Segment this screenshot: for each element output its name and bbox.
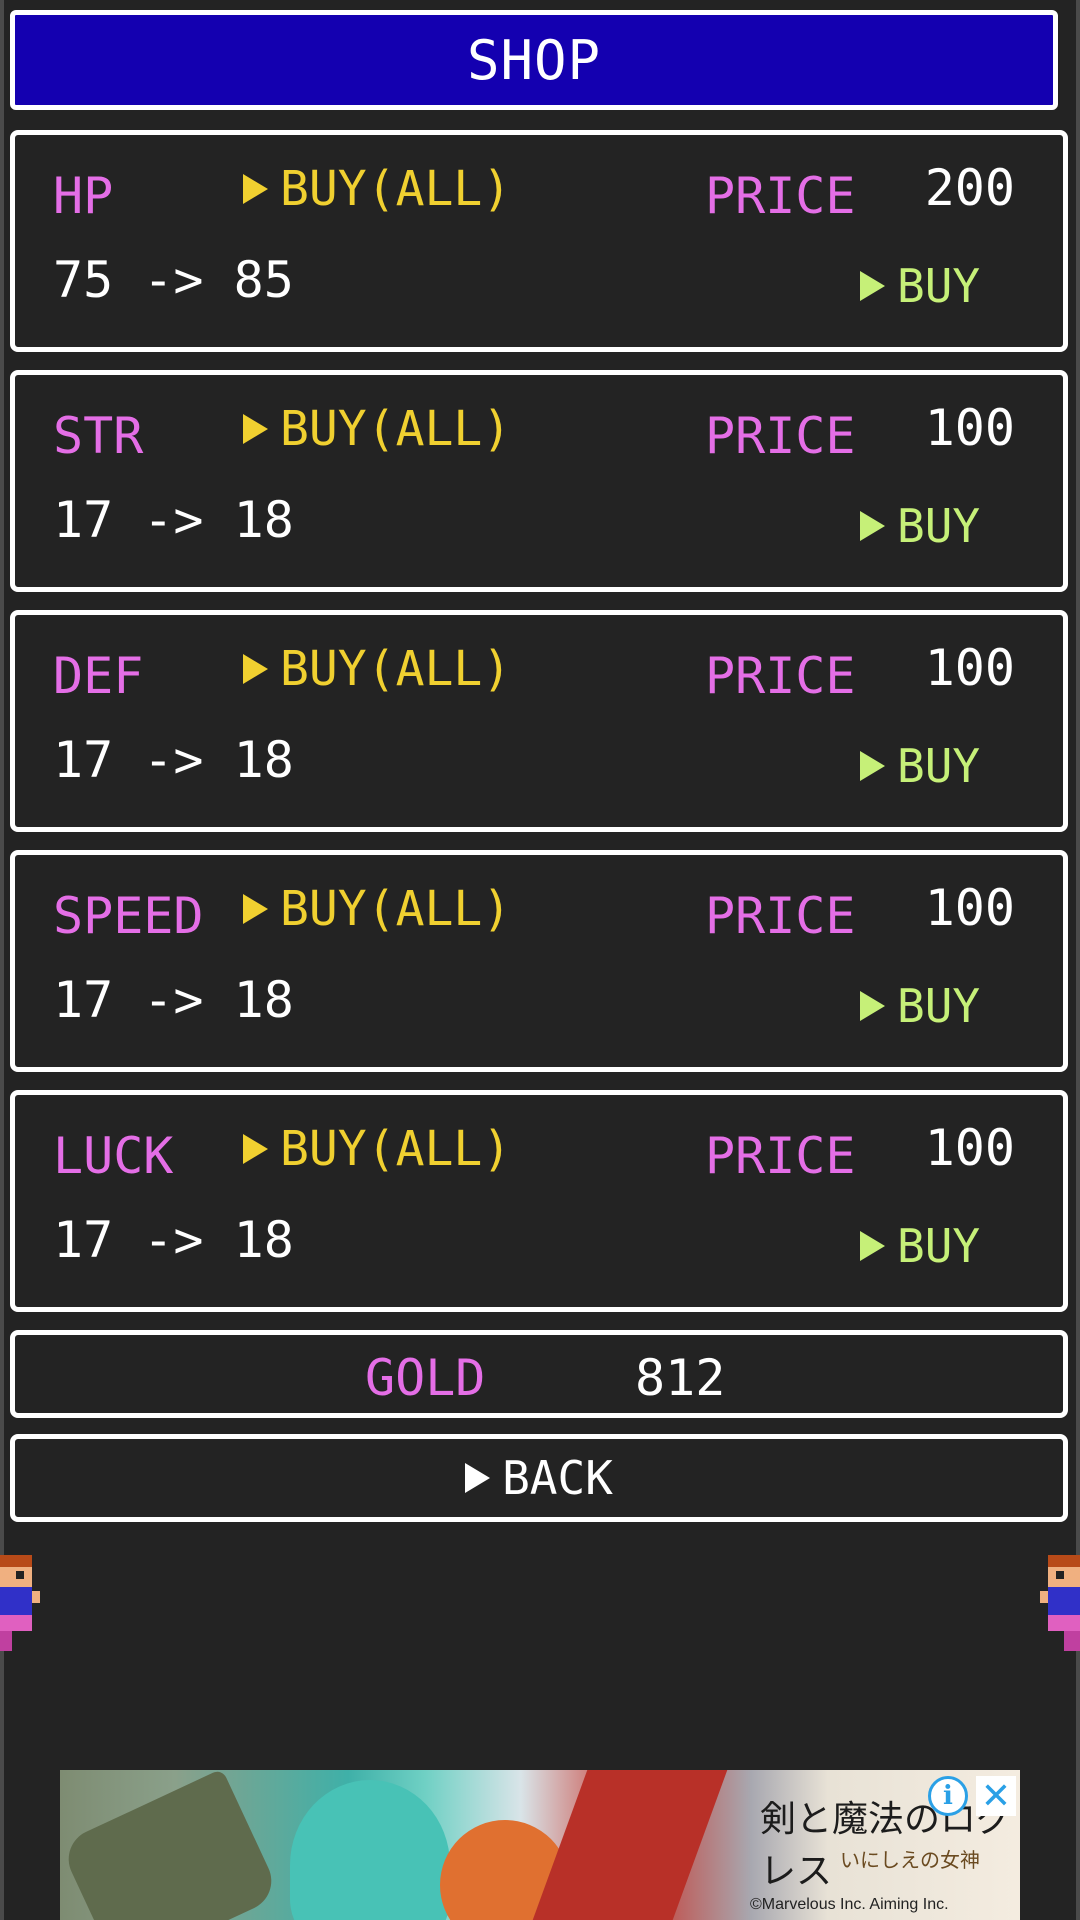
buy-all-label: BUY(ALL)	[280, 401, 512, 457]
play-triangle-icon	[243, 1134, 268, 1164]
gold-value: 812	[635, 1349, 726, 1407]
buy-button[interactable]: BUY	[860, 499, 980, 553]
play-triangle-icon	[860, 271, 885, 301]
stat-change: 17 -> 18	[53, 971, 294, 1029]
buy-all-button[interactable]: BUY(ALL)	[243, 401, 511, 457]
stat-change: 17 -> 18	[53, 731, 294, 789]
play-triangle-icon	[860, 991, 885, 1021]
ad-dragon-image	[60, 1770, 282, 1920]
shop-row-speed: SPEED BUY(ALL) PRICE 100 17 -> 18 BUY	[10, 850, 1068, 1072]
shop-row-str: STR BUY(ALL) PRICE 100 17 -> 18 BUY	[10, 370, 1068, 592]
ad-sublogo: いにしえの女神	[840, 1848, 980, 1872]
ad-character-image	[290, 1780, 450, 1920]
character-sprite-right	[1040, 1555, 1080, 1651]
stat-name: STR	[53, 407, 144, 465]
price-label: PRICE	[705, 407, 856, 465]
price-value: 100	[924, 879, 1015, 937]
buy-label: BUY	[897, 739, 981, 793]
buy-all-button[interactable]: BUY(ALL)	[243, 161, 511, 217]
shop-row-def: DEF BUY(ALL) PRICE 100 17 -> 18 BUY	[10, 610, 1068, 832]
stat-change: 17 -> 18	[53, 491, 294, 549]
ad-info-icon[interactable]: i	[928, 1776, 968, 1816]
ad-copyright: ©Marvelous Inc. Aiming Inc.	[750, 1896, 949, 1913]
buy-button[interactable]: BUY	[860, 739, 980, 793]
gold-display: GOLD 812	[10, 1330, 1068, 1418]
play-triangle-icon	[243, 414, 268, 444]
price-label: PRICE	[705, 1127, 856, 1185]
ad-close-icon[interactable]: ✕	[976, 1775, 1016, 1816]
play-triangle-icon	[243, 174, 268, 204]
ad-banner[interactable]: 剣と魔法のログレス いにしえの女神 ©Marvelous Inc. Aiming…	[60, 1770, 1020, 1920]
play-triangle-icon	[243, 894, 268, 924]
price-value: 200	[924, 159, 1015, 217]
buy-all-label: BUY(ALL)	[280, 161, 512, 217]
price-label: PRICE	[705, 887, 856, 945]
shop-title-bar: SHOP	[10, 10, 1058, 110]
stat-name: LUCK	[53, 1127, 174, 1185]
gold-label: GOLD	[365, 1349, 486, 1407]
buy-button[interactable]: BUY	[860, 259, 980, 313]
price-label: PRICE	[705, 647, 856, 705]
stat-name: SPEED	[53, 887, 204, 945]
stat-change: 17 -> 18	[53, 1211, 294, 1269]
buy-all-button[interactable]: BUY(ALL)	[243, 641, 511, 697]
character-sprite-left	[0, 1555, 40, 1651]
page-title: SHOP	[466, 28, 602, 92]
buy-label: BUY	[897, 499, 981, 553]
play-triangle-icon	[465, 1463, 491, 1493]
stat-name: DEF	[53, 647, 144, 705]
back-button[interactable]: BACK	[10, 1434, 1068, 1522]
price-value: 100	[924, 399, 1015, 457]
play-triangle-icon	[860, 751, 885, 781]
buy-label: BUY	[897, 979, 981, 1033]
buy-label: BUY	[897, 1219, 981, 1273]
buy-all-label: BUY(ALL)	[280, 1121, 512, 1177]
back-label: BACK	[502, 1451, 613, 1505]
price-value: 100	[924, 639, 1015, 697]
buy-all-button[interactable]: BUY(ALL)	[243, 1121, 511, 1177]
play-triangle-icon	[860, 511, 885, 541]
ad-weapon-image	[532, 1770, 728, 1920]
buy-all-label: BUY(ALL)	[280, 641, 512, 697]
shop-row-luck: LUCK BUY(ALL) PRICE 100 17 -> 18 BUY	[10, 1090, 1068, 1312]
buy-button[interactable]: BUY	[860, 1219, 980, 1273]
price-value: 100	[924, 1119, 1015, 1177]
stat-name: HP	[53, 167, 114, 225]
play-triangle-icon	[243, 654, 268, 684]
shop-row-hp: HP BUY(ALL) PRICE 200 75 -> 85 BUY	[10, 130, 1068, 352]
stat-change: 75 -> 85	[53, 251, 294, 309]
price-label: PRICE	[705, 167, 856, 225]
buy-all-button[interactable]: BUY(ALL)	[243, 881, 511, 937]
play-triangle-icon	[860, 1231, 885, 1261]
buy-button[interactable]: BUY	[860, 979, 980, 1033]
buy-label: BUY	[897, 259, 981, 313]
buy-all-label: BUY(ALL)	[280, 881, 512, 937]
